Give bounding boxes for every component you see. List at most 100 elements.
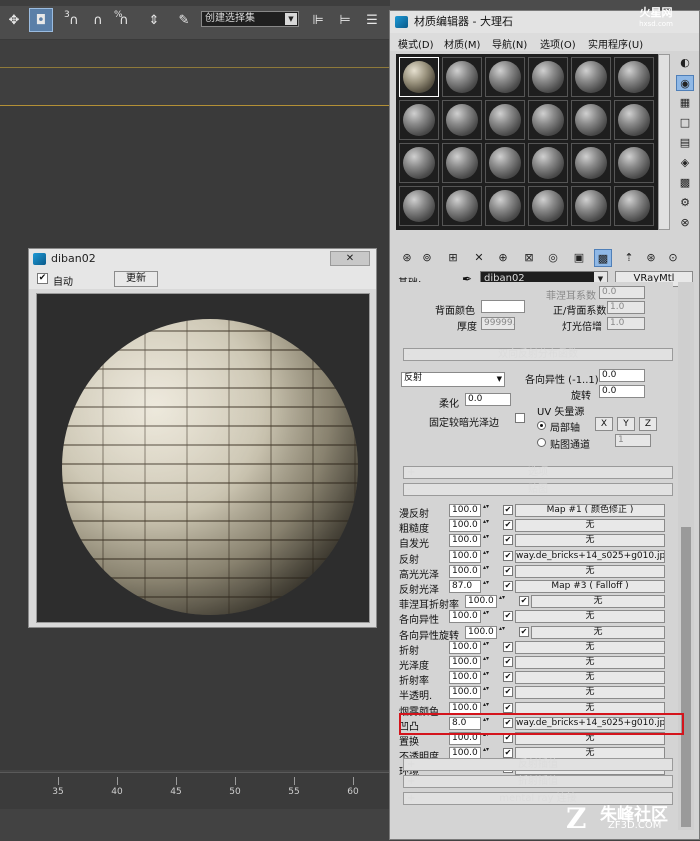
scrollbar-thumb[interactable] [681,527,691,827]
map-slot-button[interactable]: 无 [531,626,665,639]
fresnel-ior-field[interactable]: 1.0 [607,301,645,314]
rotation-field[interactable]: 0.0 [599,385,645,398]
map-amount-spinner[interactable]: ▴▾ [482,641,490,654]
map-amount-spinner[interactable]: ▴▾ [482,565,490,578]
map-amount-field[interactable]: 100.0 [449,656,481,669]
material-slot[interactable] [485,57,525,97]
backlight-icon[interactable]: ◉ [676,75,694,91]
map-enable-checkbox[interactable]: ✔ [503,535,513,545]
map-slot-button[interactable]: way.de_bricks+14_s025+g010.jpg) [515,550,665,563]
reset-map-icon[interactable]: ✕ [470,249,488,267]
options-icon[interactable]: ▩ [676,175,694,191]
auto-checkbox[interactable]: ✔ [37,273,48,284]
preview-title-bar[interactable]: diban02 ✕ [29,249,376,269]
material-slot[interactable] [571,57,611,97]
brdf-rollout-header[interactable]: - 双向反射分布函数 [403,348,673,361]
map-amount-field[interactable]: 100.0 [449,550,481,563]
map-amount-field[interactable]: 100.0 [449,610,481,623]
map-enable-checkbox[interactable]: ✔ [503,657,513,667]
map-channel-field[interactable]: 1 [615,434,651,447]
map-amount-spinner[interactable]: ▴▾ [482,580,490,593]
map-amount-field[interactable]: 100.0 [449,534,481,547]
map-amount-field[interactable]: 100.0 [449,641,481,654]
map-enable-checkbox[interactable]: ✔ [503,520,513,530]
percent-snap-icon[interactable]: % ∩ [112,8,136,32]
map-amount-field[interactable]: 100.0 [449,686,481,699]
get-material-icon[interactable]: ⊛ [398,249,416,267]
map-amount-spinner[interactable]: ▴▾ [482,656,490,669]
map-amount-spinner[interactable]: ▴▾ [482,504,490,517]
go-forward-sibling-icon[interactable]: ⊛ [642,249,660,267]
background-icon[interactable]: ▦ [676,95,694,111]
material-slot[interactable] [614,186,654,226]
map-enable-checkbox[interactable]: ✔ [519,627,529,637]
map-slot-button[interactable]: 无 [531,595,665,608]
material-slot[interactable] [442,100,482,140]
material-effects-channel-icon[interactable]: ◎ [544,249,562,267]
fix-dark-glossy-checkbox[interactable] [515,413,525,423]
map-slot-button[interactable]: 无 [515,656,665,669]
material-slot[interactable] [485,143,525,183]
show-shaded-icon[interactable]: ▣ [570,249,588,267]
material-slot[interactable] [399,57,439,97]
fresnel-coef-field[interactable]: 0.0 [599,286,645,299]
slots-scrollbar[interactable] [658,54,670,230]
layer-manager-icon[interactable]: ☰ [360,8,384,32]
select-move-icon[interactable]: ✥ [2,8,26,32]
back-color-swatch[interactable] [481,300,525,313]
spinner-snap-icon[interactable]: ⇕ [142,8,166,32]
material-slot[interactable] [442,186,482,226]
map-slot-button[interactable]: 无 [515,641,665,654]
menu-mode[interactable]: 模式(D) [398,36,434,51]
map-enable-checkbox[interactable]: ✔ [503,581,513,591]
map-enable-checkbox[interactable]: ✔ [503,642,513,652]
map-enable-checkbox[interactable]: ✔ [503,703,513,713]
make-preview-icon[interactable]: ◈ [676,155,694,171]
material-slot[interactable] [528,143,568,183]
map-enable-checkbox[interactable]: ✔ [503,611,513,621]
map-slot-button[interactable]: 无 [515,519,665,532]
map-amount-spinner[interactable]: ▴▾ [482,671,490,684]
material-slot[interactable] [399,186,439,226]
angle-snap-icon[interactable]: ∩ [86,8,110,32]
snap-toggle-icon[interactable]: 3 ∩ [62,8,86,32]
go-to-parent-icon[interactable]: ⇡ [620,249,638,267]
close-button[interactable]: ✕ [330,251,370,266]
map-enable-checkbox[interactable]: ✔ [503,505,513,515]
sample-uv-icon[interactable]: □ [676,115,694,131]
menu-utilities[interactable]: 实用程序(U) [588,36,643,51]
material-slot[interactable] [614,57,654,97]
soften-field[interactable]: 0.0 [465,393,511,406]
video-check-icon[interactable]: ▤ [676,135,694,151]
maps-rollout-header[interactable]: - 贴图 [403,483,673,496]
map-amount-field[interactable]: 100.0 [449,565,481,578]
material-slot[interactable] [614,143,654,183]
map-amount-spinner[interactable]: ▴▾ [482,610,490,623]
mirror-icon[interactable]: ⊫ [306,8,330,32]
brdf-type-dropdown[interactable]: 反射 ▼ [401,372,505,387]
map-enable-checkbox[interactable]: ✔ [503,672,513,682]
material-slot[interactable] [571,100,611,140]
map-enable-checkbox[interactable]: ✔ [519,596,529,606]
map-enable-checkbox[interactable]: ✔ [503,566,513,576]
parameters-scrollbar[interactable] [678,282,694,830]
map-slot-button[interactable]: 无 [515,686,665,699]
material-slot[interactable] [485,186,525,226]
map-enable-checkbox[interactable]: ✔ [503,551,513,561]
make-unique-icon[interactable]: ⊕ [494,249,512,267]
update-button[interactable]: 更新 [114,271,158,287]
reflect-interp-rollout-header[interactable]: + 反射插值 [403,758,673,771]
map-amount-spinner[interactable]: ▴▾ [482,534,490,547]
pick-from-object-icon[interactable]: ⊙ [664,249,682,267]
map-amount-spinner[interactable]: ▴▾ [482,519,490,532]
put-to-library-icon[interactable]: ⊠ [520,249,538,267]
map-enable-checkbox[interactable]: ✔ [503,748,513,758]
map-slot-button[interactable]: 无 [515,610,665,623]
select-by-material-icon[interactable]: ⚙ [676,195,694,211]
anisotropy-field[interactable]: 0.0 [599,369,645,382]
material-slot[interactable] [442,57,482,97]
assign-to-selection-icon[interactable]: ⊞ [444,249,462,267]
named-selection-icon[interactable]: ✎ [172,8,196,32]
material-slot[interactable] [399,100,439,140]
menu-navigation[interactable]: 导航(N) [492,36,527,51]
